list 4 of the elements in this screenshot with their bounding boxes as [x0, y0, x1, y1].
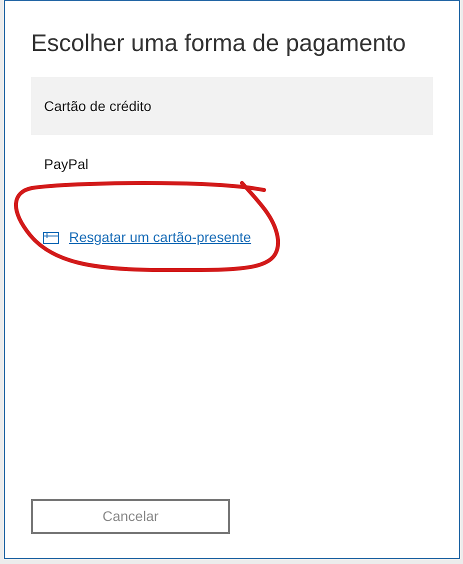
dialog-title: Escolher uma forma de pagamento	[31, 29, 407, 59]
gift-card-link[interactable]: Resgatar um cartão-presente	[43, 227, 252, 248]
payment-option[interactable]: Cartão de crédito	[31, 77, 433, 135]
card-icon	[43, 232, 59, 244]
